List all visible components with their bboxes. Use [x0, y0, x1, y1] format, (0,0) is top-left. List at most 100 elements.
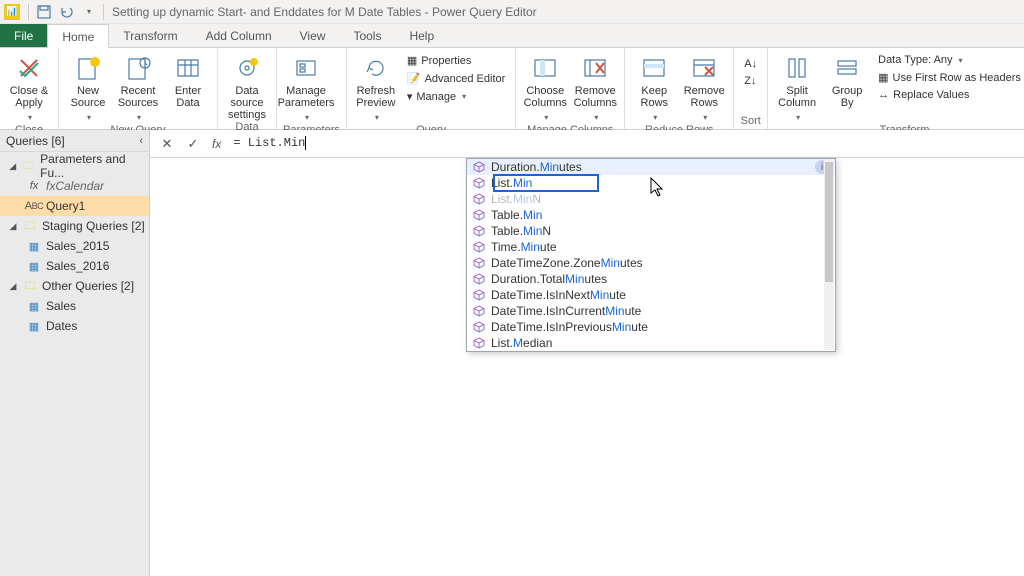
intellisense-item[interactable]: DateTime.IsInPreviousMinute	[467, 319, 835, 335]
tab-view[interactable]: View	[286, 24, 340, 47]
intellisense-item[interactable]: Duration.TotalMinutes	[467, 271, 835, 287]
manage-icon: ▾	[407, 90, 413, 103]
function-icon	[473, 161, 485, 173]
sidebar-folder[interactable]: ◢🗀Other Queries [2]	[0, 276, 149, 296]
sidebar-query-item[interactable]: ▦Sales_2015	[0, 236, 149, 256]
manage-query-button[interactable]: ▾Manage	[403, 88, 509, 105]
scrollbar-thumb[interactable]	[825, 162, 833, 282]
group-transform: Split Column Group By Data Type: Any ▦Us…	[768, 48, 1024, 129]
close-apply-icon	[15, 54, 43, 82]
split-column-button[interactable]: Split Column	[774, 50, 820, 124]
sidebar-query-item[interactable]: ABCQuery1	[0, 196, 149, 216]
formula-bar: ✕ ✓ fx = List.Min	[150, 130, 1024, 158]
group-by-icon	[833, 54, 861, 82]
refresh-icon	[362, 54, 390, 82]
queries-pane: Queries [6] ‹ ◢🗀Parameters and Fu...fxfx…	[0, 130, 150, 576]
queries-pane-header[interactable]: Queries [6] ‹	[0, 130, 149, 152]
folder-icon: 🗀	[22, 279, 38, 293]
manage-parameters-button[interactable]: Manage Parameters	[283, 50, 329, 124]
ribbon-tabs: File Home Transform Add Column View Tool…	[0, 24, 1024, 48]
group-close: Close & Apply Close	[0, 48, 59, 129]
gear-icon	[233, 54, 261, 82]
sidebar-query-item[interactable]: ▦Sales_2016	[0, 256, 149, 276]
sort-asc-button[interactable]: A↓	[740, 56, 761, 72]
intellisense-item[interactable]: Table.Min	[467, 207, 835, 223]
sidebar-folder[interactable]: ◢🗀Staging Queries [2]	[0, 216, 149, 236]
function-icon	[473, 289, 485, 301]
intellisense-item[interactable]: List.Min	[467, 175, 835, 191]
folder-icon: 🗀	[21, 159, 36, 173]
recent-sources-icon	[124, 54, 152, 82]
intellisense-item[interactable]: Table.MinN	[467, 223, 835, 239]
collapse-pane-icon[interactable]: ‹	[139, 135, 143, 147]
title-bar: 📊 Setting up dynamic Start- and Enddates…	[0, 0, 1024, 24]
sidebar-query-item[interactable]: ▦Sales	[0, 296, 149, 316]
formula-input[interactable]: = List.Min	[229, 133, 1018, 153]
group-by-button[interactable]: Group By	[824, 50, 870, 109]
intellisense-item[interactable]: List.MinN	[467, 191, 835, 207]
enter-data-button[interactable]: Enter Data	[165, 50, 211, 109]
group-parameters: Manage Parameters Parameters	[277, 48, 347, 129]
qat-dropdown[interactable]	[77, 2, 99, 22]
tab-add-column[interactable]: Add Column	[192, 24, 286, 47]
workspace: Queries [6] ‹ ◢🗀Parameters and Fu... fx fx…	[0, 130, 1024, 576]
choose-columns-button[interactable]: Choose Columns	[522, 50, 568, 124]
replace-values-button[interactable]: ↔Replace Values	[874, 87, 1024, 103]
sidebar-query-item[interactable]: ▦Dates	[0, 316, 149, 336]
refresh-preview-button[interactable]: Refresh Preview	[353, 50, 399, 124]
undo-icon[interactable]	[55, 2, 77, 22]
sidebar-folder[interactable]: ◢🗀Parameters and Fu...	[0, 156, 149, 176]
properties-button[interactable]: ▦Properties	[403, 52, 509, 69]
commit-formula-button[interactable]: ✓	[182, 133, 204, 155]
table-icon: ▦	[26, 319, 42, 333]
tab-home[interactable]: Home	[47, 24, 109, 48]
choose-columns-icon	[531, 54, 559, 82]
first-row-headers-button[interactable]: ▦Use First Row as Headers	[874, 69, 1024, 86]
sort-desc-button[interactable]: Z↓	[740, 73, 761, 89]
folder-icon: 🗀	[22, 219, 38, 233]
data-source-settings-button[interactable]: Data source settings	[224, 50, 270, 121]
intellisense-item[interactable]: DateTimeZone.ZoneMinutes	[467, 255, 835, 271]
save-icon[interactable]	[33, 2, 55, 22]
function-icon	[473, 209, 485, 221]
tab-tools[interactable]: Tools	[339, 24, 395, 47]
remove-rows-button[interactable]: Remove Rows	[681, 50, 727, 124]
close-apply-button[interactable]: Close & Apply	[6, 50, 52, 124]
new-source-button[interactable]: New Source	[65, 50, 111, 124]
fx-icon: fx	[26, 179, 42, 193]
function-icon	[473, 177, 485, 189]
headers-icon: ▦	[878, 71, 888, 84]
properties-icon: ▦	[407, 54, 417, 67]
intellisense-item[interactable]: Duration.Minutesi	[467, 159, 835, 175]
tab-transform[interactable]: Transform	[109, 24, 191, 47]
recent-sources-button[interactable]: Recent Sources	[115, 50, 161, 124]
intellisense-item[interactable]: List.Median	[467, 335, 835, 351]
group-reduce-rows: Keep Rows Remove Rows Reduce Rows	[625, 48, 734, 129]
text-caret	[305, 136, 306, 150]
data-type-button[interactable]: Data Type: Any	[874, 52, 1024, 68]
qat-divider-2	[103, 4, 104, 20]
main-area: ✕ ✓ fx = List.Min Duration.MinutesiList.…	[150, 130, 1024, 576]
tab-help[interactable]: Help	[395, 24, 448, 47]
window-title: Setting up dynamic Start- and Enddates f…	[112, 5, 537, 19]
intellisense-popup[interactable]: Duration.MinutesiList.MinList.MinNTable.…	[466, 158, 836, 352]
tab-file[interactable]: File	[0, 24, 47, 47]
keep-rows-icon	[640, 54, 668, 82]
keep-rows-button[interactable]: Keep Rows	[631, 50, 677, 124]
intellisense-item[interactable]: DateTime.IsInNextMinute	[467, 287, 835, 303]
fx-label: fx	[208, 137, 225, 151]
intellisense-item[interactable]: Time.Minute	[467, 239, 835, 255]
table-icon: ▦	[26, 299, 42, 313]
intellisense-item[interactable]: DateTime.IsInCurrentMinute	[467, 303, 835, 319]
table-icon: ▦	[26, 259, 42, 273]
cancel-formula-button[interactable]: ✕	[156, 133, 178, 155]
enter-data-icon	[174, 54, 202, 82]
function-icon	[473, 305, 485, 317]
split-column-icon	[783, 54, 811, 82]
group-query: Refresh Preview ▦Properties 📝Advanced Ed…	[347, 48, 516, 129]
advanced-editor-button[interactable]: 📝Advanced Editor	[403, 70, 509, 87]
replace-icon: ↔	[878, 89, 889, 101]
remove-columns-button[interactable]: Remove Columns	[572, 50, 618, 124]
intellisense-scrollbar[interactable]	[824, 160, 834, 350]
group-data-sources: Data source settings Data Sources	[218, 48, 277, 129]
